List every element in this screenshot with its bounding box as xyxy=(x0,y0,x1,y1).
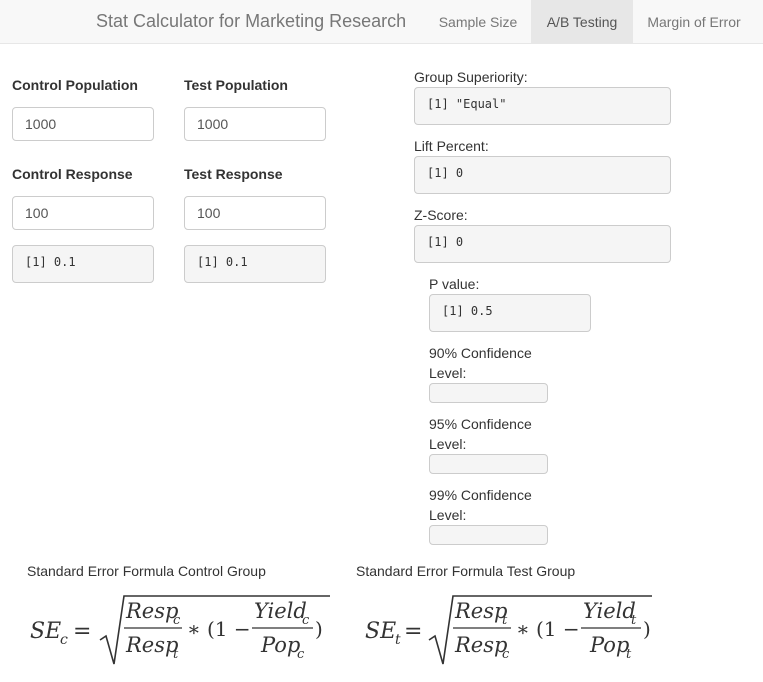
ci90-label-line2: Level: xyxy=(429,365,467,381)
formula-close: ) xyxy=(315,617,323,641)
test-population-input[interactable] xyxy=(184,107,326,141)
num1: Resp xyxy=(454,599,507,623)
den2: Pop xyxy=(589,633,629,657)
control-population-input[interactable] xyxy=(12,107,154,141)
den1: Resp xyxy=(125,633,178,657)
formula-close: ) xyxy=(643,617,651,641)
control-formula: SE c = Resp c Resp t ∗ (1 − Yield c Pop … xyxy=(30,590,340,675)
den2-sub: c xyxy=(297,647,305,662)
num2-sub: c xyxy=(302,613,310,628)
ci90-label: 90% Confidence Level: xyxy=(429,343,532,383)
formula-lhs: SE xyxy=(365,619,396,644)
ci99-label: 99% Confidence Level: xyxy=(429,485,532,525)
den1-sub: c xyxy=(502,647,510,662)
test-formula-title: Standard Error Formula Test Group xyxy=(356,563,576,579)
num2-sub: t xyxy=(631,613,637,628)
ci90-output xyxy=(429,383,548,403)
num2: Yield xyxy=(254,599,307,623)
formula-lhs-sub: t xyxy=(395,632,401,648)
test-population-label: Test Population xyxy=(184,77,288,93)
ci95-label-line2: Level: xyxy=(429,436,467,452)
formula-equals: = xyxy=(73,619,91,644)
ci90-label-line1: 90% Confidence xyxy=(429,345,532,361)
num1: Resp xyxy=(125,599,178,623)
control-formula-title: Standard Error Formula Control Group xyxy=(27,563,266,579)
den1-sub: t xyxy=(173,647,179,662)
den1: Resp xyxy=(454,633,507,657)
group-superiority-label: Group Superiority: xyxy=(414,69,528,85)
group-superiority-output: [1] "Equal" xyxy=(414,87,671,125)
control-response-input[interactable] xyxy=(12,196,154,230)
num1-sub: t xyxy=(502,613,508,628)
control-response-label: Control Response xyxy=(12,166,133,182)
lift-percent-label: Lift Percent: xyxy=(414,138,489,154)
num2: Yield xyxy=(583,599,636,623)
control-yield-output: [1] 0.1 xyxy=(12,245,154,283)
p-value-output: [1] 0.5 xyxy=(429,294,591,332)
z-score-label: Z-Score: xyxy=(414,207,468,223)
tab-ab-testing[interactable]: A/B Testing xyxy=(531,0,633,44)
test-formula: SE t = Resp t Resp c ∗ (1 − Yield t Pop … xyxy=(365,590,675,675)
tab-sample-size[interactable]: Sample Size xyxy=(425,0,531,44)
test-yield-output: [1] 0.1 xyxy=(184,245,326,283)
formula-mid: ∗ (1 − xyxy=(187,617,251,641)
ci99-label-line1: 99% Confidence xyxy=(429,487,532,503)
lift-percent-output: [1] 0 xyxy=(414,156,671,194)
ci99-output xyxy=(429,525,548,545)
num1-sub: c xyxy=(173,613,181,628)
p-value-label: P value: xyxy=(429,276,480,292)
den2-sub: t xyxy=(626,647,632,662)
ci95-output xyxy=(429,454,548,474)
formula-lhs-sub: c xyxy=(60,632,68,648)
test-response-input[interactable] xyxy=(184,196,326,230)
formula-equals: = xyxy=(404,619,422,644)
formula-lhs: SE xyxy=(30,619,61,644)
tab-margin-of-error[interactable]: Margin of Error xyxy=(633,0,755,44)
app-title[interactable]: Stat Calculator for Marketing Research xyxy=(96,11,406,32)
ci95-label-line1: 95% Confidence xyxy=(429,416,532,432)
z-score-output: [1] 0 xyxy=(414,225,671,263)
navbar: Stat Calculator for Marketing Research S… xyxy=(0,0,763,44)
ci99-label-line2: Level: xyxy=(429,507,467,523)
den2: Pop xyxy=(260,633,300,657)
control-population-label: Control Population xyxy=(12,77,138,93)
test-response-label: Test Response xyxy=(184,166,283,182)
formula-mid: ∗ (1 − xyxy=(516,617,580,641)
ci95-label: 95% Confidence Level: xyxy=(429,414,532,454)
